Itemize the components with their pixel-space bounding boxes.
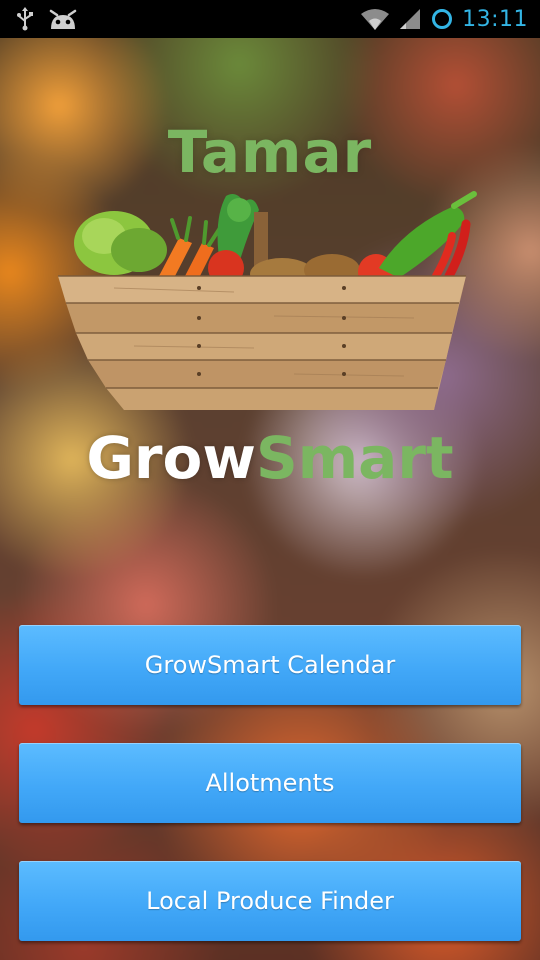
status-clock: 13:11 bbox=[462, 6, 528, 32]
growsmart-calendar-button[interactable]: GrowSmart Calendar bbox=[19, 625, 521, 705]
signal-icon bbox=[398, 7, 422, 31]
logo-word-grow: Grow bbox=[86, 424, 256, 492]
sync-ring-icon bbox=[430, 7, 454, 31]
vegetable-basket-logo bbox=[58, 191, 477, 410]
usb-icon bbox=[16, 7, 34, 31]
logo-title-growsmart: GrowSmart bbox=[0, 424, 540, 492]
allotments-button[interactable]: Allotments bbox=[19, 743, 521, 823]
android-debug-icon bbox=[48, 7, 78, 31]
wifi-icon bbox=[360, 7, 390, 31]
app-screen: 13:11 Tamar GrowSmart GrowSmart Calendar… bbox=[0, 0, 540, 960]
status-bar: 13:11 bbox=[0, 0, 540, 38]
logo-word-smart: Smart bbox=[255, 424, 454, 492]
logo-title-tamar: Tamar bbox=[167, 118, 373, 186]
local-produce-finder-button[interactable]: Local Produce Finder bbox=[19, 861, 521, 941]
